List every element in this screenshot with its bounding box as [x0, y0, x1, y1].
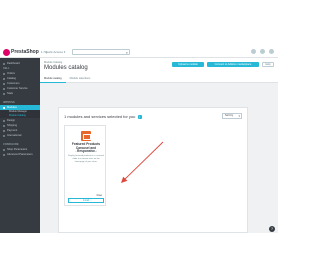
breadcrumb[interactable]: Module Catalog — [44, 61, 62, 64]
panel-title: 1 modules and services selected for you … — [64, 114, 142, 119]
connect-addons-button[interactable]: Connect to Addons marketplace — [207, 62, 259, 67]
tab-module-selections[interactable]: Module selections — [66, 75, 95, 83]
help-icon[interactable]: ? — [269, 226, 275, 232]
prestashop-logo[interactable]: PrestaShop 1.7.x — [3, 48, 47, 56]
sort-select[interactable]: Sort by — [222, 113, 242, 119]
prestashop-logo-icon — [3, 48, 10, 56]
sidebar-item-modules[interactable]: Modules — [0, 105, 40, 110]
upload-module-button[interactable]: Upload a module — [172, 62, 204, 67]
top-bar: PrestaShop 1.7.x Quick Access ▾ ⌕ — [0, 46, 278, 64]
install-button[interactable]: Install — [68, 198, 104, 203]
sidebar-item-international[interactable]: International — [0, 133, 40, 138]
module-icon — [81, 131, 91, 141]
customers-notification-icon[interactable] — [260, 49, 265, 54]
modules-panel: 1 modules and services selected for you … — [58, 107, 248, 233]
search-box[interactable]: ⌕ — [72, 49, 130, 64]
sidebar-item-stats[interactable]: Stats — [0, 91, 40, 96]
search-icon[interactable]: ⌕ — [126, 50, 128, 55]
module-price: Free — [96, 194, 102, 197]
screenshot-frame: PrestaShop 1.7.x Quick Access ▾ ⌕ Dashbo… — [0, 46, 278, 233]
help-button[interactable]: Help — [262, 62, 274, 67]
module-meta: v 1.1 · by Bilal Ahmed — [75, 151, 97, 153]
top-icons — [251, 49, 274, 54]
module-card[interactable]: Featured Products Carousel and Responsiv… — [64, 125, 106, 206]
sidebar: Dashboard SELL Orders Catalog Customers … — [0, 58, 40, 233]
tab-bar: Module catalog Module selections — [40, 75, 94, 83]
sidebar-item-dashboard[interactable]: Dashboard — [0, 61, 40, 66]
sidebar-item-advanced-parameters[interactable]: Advanced Parameters — [0, 152, 40, 157]
page-header: Module Catalog Modules catalog Upload a … — [40, 58, 278, 83]
module-description: Display featured products in a carousel … — [68, 155, 104, 163]
quick-access-menu[interactable]: Quick Access ▾ — [45, 50, 65, 54]
employee-avatar-icon[interactable] — [269, 49, 274, 54]
orders-notification-icon[interactable] — [251, 49, 256, 54]
brand-name: PrestaShop — [11, 49, 39, 55]
panel-title-text: 1 modules and services selected for you — [64, 114, 136, 119]
page-title: Modules catalog — [44, 65, 88, 71]
tab-module-catalog[interactable]: Module catalog — [40, 75, 66, 83]
info-icon[interactable]: i — [137, 114, 142, 119]
